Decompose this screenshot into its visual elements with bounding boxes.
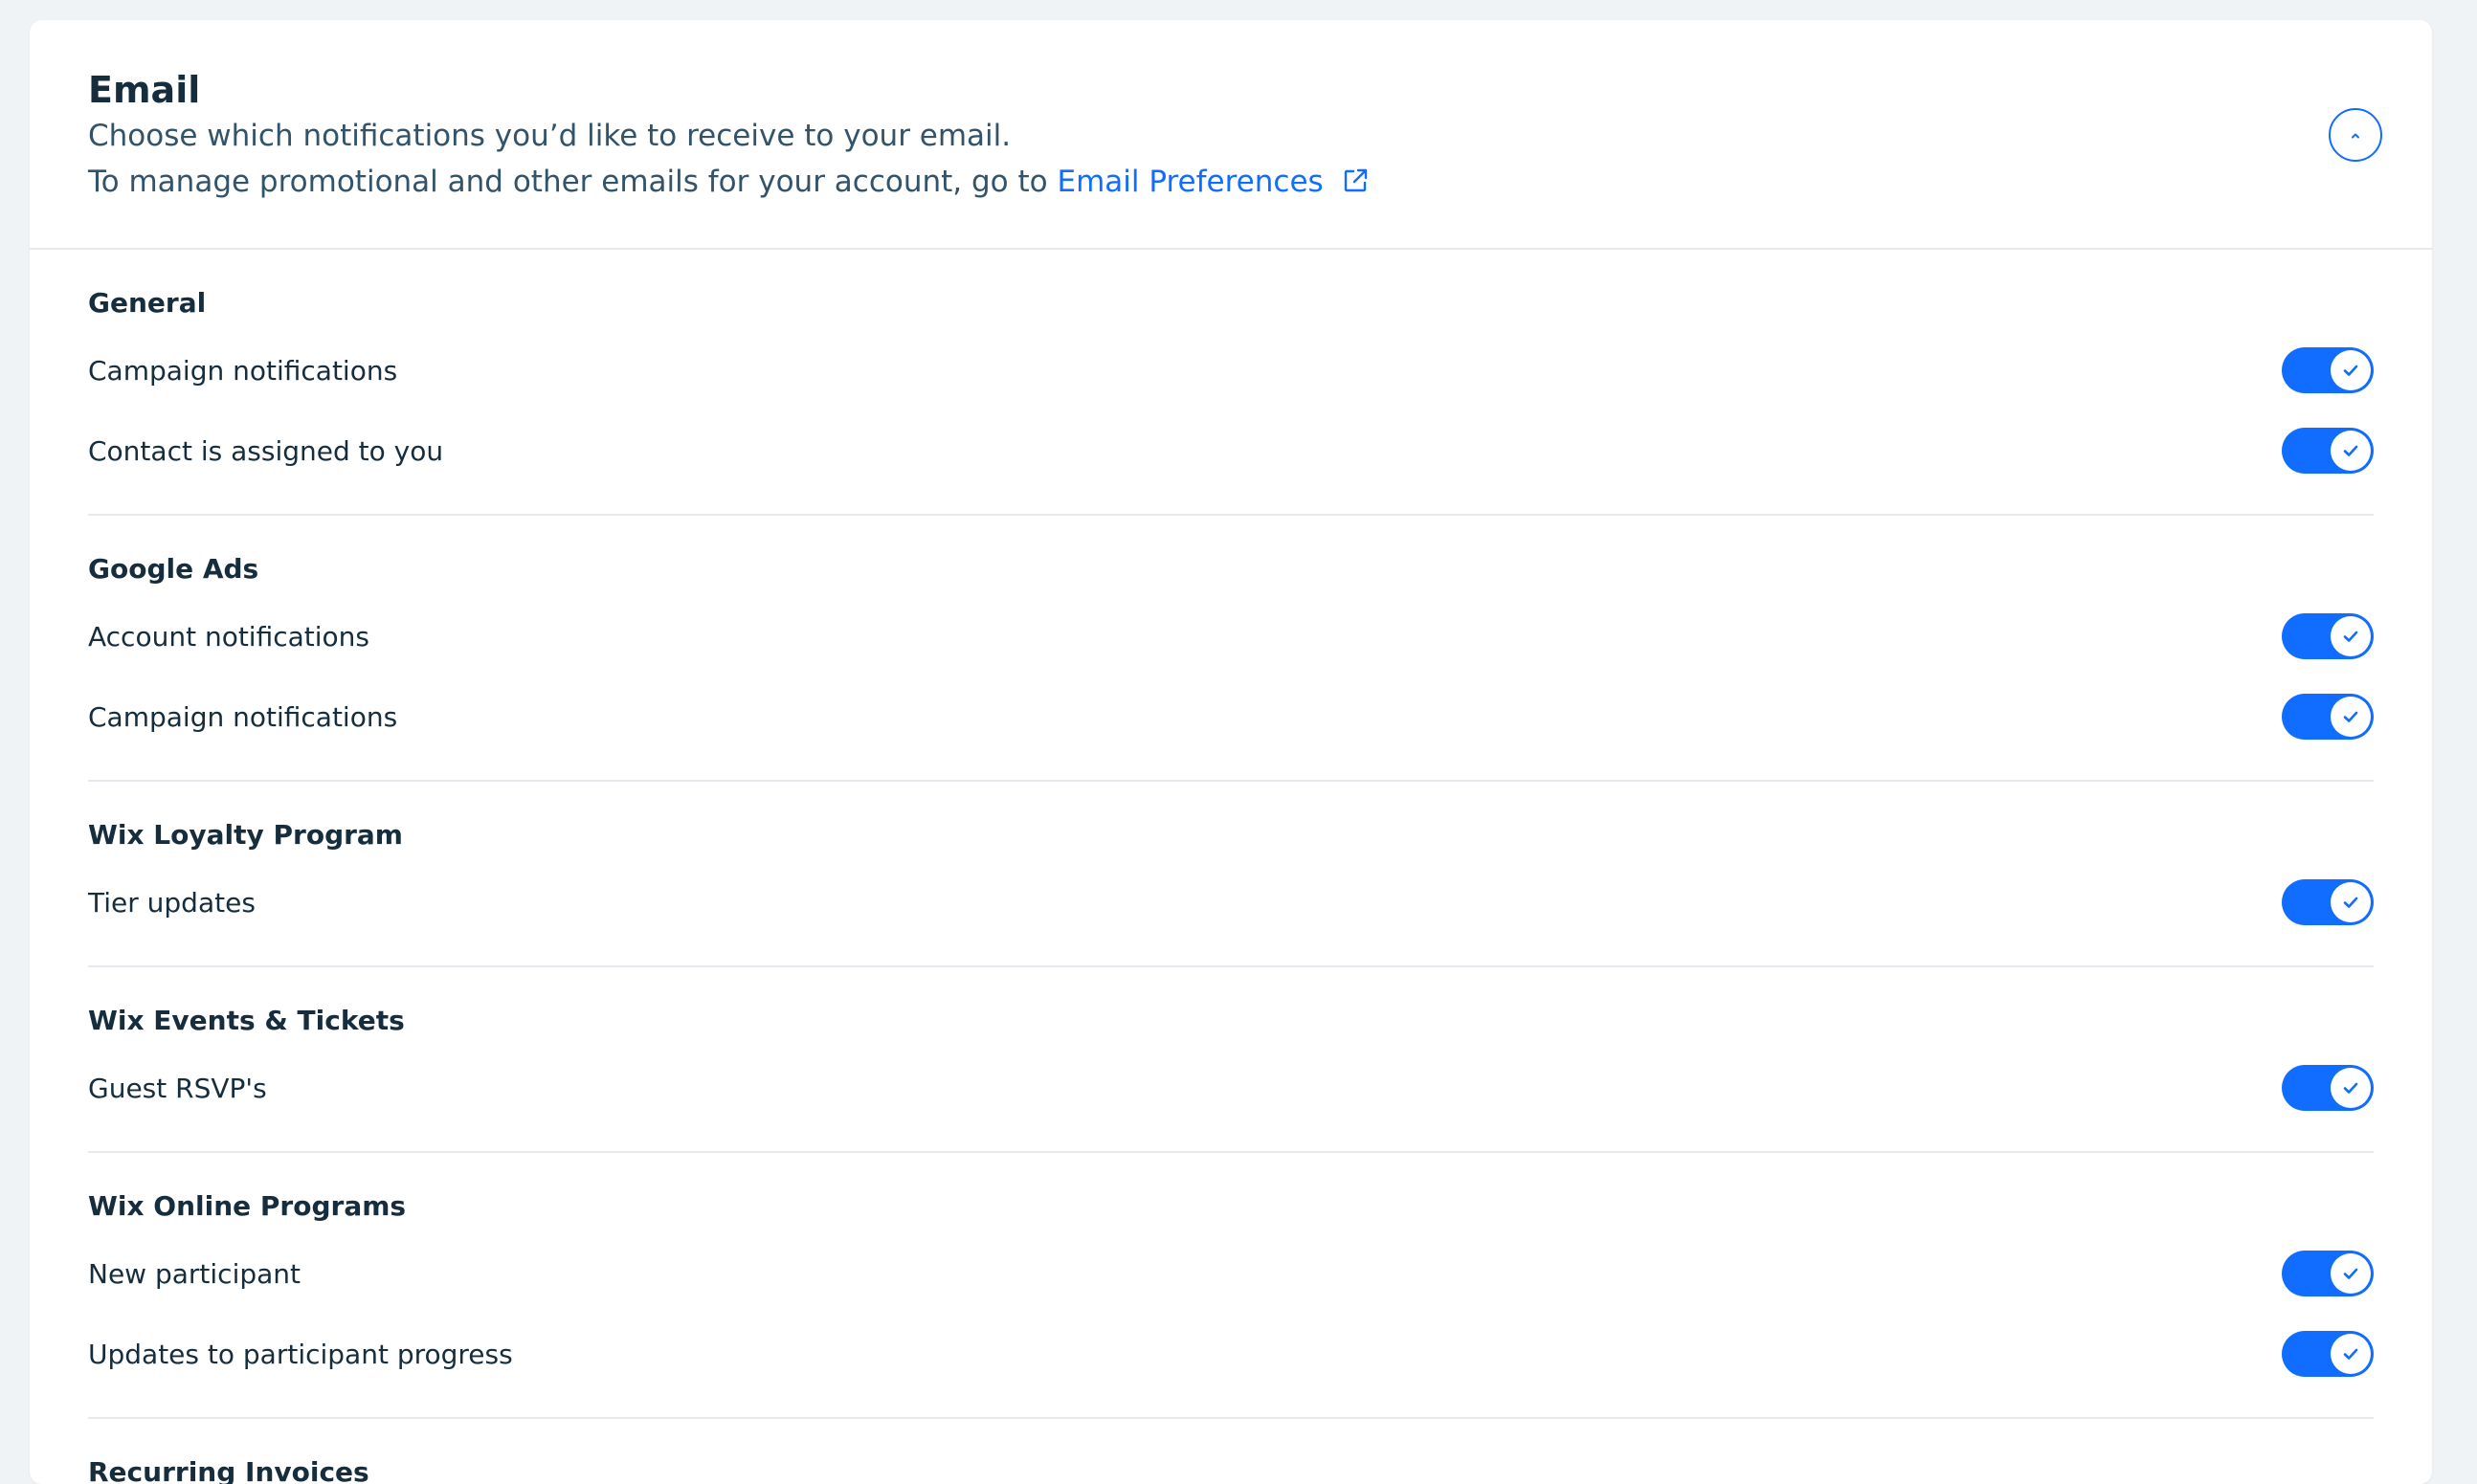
notification-row: Tier updates [88, 862, 2374, 942]
toggle-knob [2331, 1334, 2371, 1374]
checkmark-icon [2339, 439, 2362, 462]
notification-toggle[interactable] [2282, 347, 2374, 393]
notification-row: Guest RSVP's [88, 1048, 2374, 1128]
checkmark-icon [2339, 359, 2362, 382]
checkmark-icon [2339, 1342, 2362, 1365]
notification-label: Account notifications [88, 620, 369, 653]
notification-row: Updates to participant progress [88, 1314, 2374, 1394]
card-header: Email Choose which notifications you’d l… [30, 20, 2432, 250]
notification-row: Campaign notifications [88, 330, 2374, 410]
checkmark-icon [2339, 891, 2362, 914]
notification-toggle[interactable] [2282, 428, 2374, 474]
external-link-icon[interactable] [1341, 163, 1370, 192]
toggle-knob [2331, 882, 2371, 922]
notification-row: Contact is assigned to you [88, 410, 2374, 491]
notification-label: Contact is assigned to you [88, 434, 444, 467]
sections-container: General Campaign notifications Contact is … [88, 250, 2374, 1419]
notification-label: New participant [88, 1257, 301, 1290]
notification-settings-list: General Campaign notifications Contact is … [30, 250, 2432, 1484]
notification-label: Campaign notifications [88, 354, 398, 387]
notification-section: Wix Events & Tickets Guest RSVP's [88, 967, 2374, 1153]
notification-toggle[interactable] [2282, 1251, 2374, 1296]
email-preferences-link[interactable]: Email Preferences [1057, 165, 1323, 199]
section-title-recurring-invoices: Recurring Invoices [88, 1456, 369, 1484]
notification-label: Guest RSVP's [88, 1072, 267, 1104]
notification-section: Wix Loyalty Program Tier updates [88, 782, 2374, 967]
notification-row: Campaign notifications [88, 676, 2374, 757]
toggle-knob [2331, 1253, 2371, 1294]
section-title: Wix Events & Tickets [88, 1005, 405, 1036]
header-description: Choose which notifications you’d like to… [88, 119, 1012, 153]
toggle-knob [2331, 431, 2371, 471]
notification-toggle[interactable] [2282, 613, 2374, 659]
manage-prefix: To manage promotional and other emails f… [88, 165, 1058, 199]
manage-preferences-text: To manage promotional and other emails f… [88, 159, 2432, 205]
section-title: Wix Loyalty Program [88, 819, 403, 851]
checkmark-icon [2339, 625, 2362, 648]
checkmark-icon [2339, 705, 2362, 728]
notification-row: New participant [88, 1233, 2374, 1314]
notification-section: Google Ads Account notifications Campaign … [88, 516, 2374, 782]
toggle-knob [2331, 1068, 2371, 1108]
email-notifications-card: Email Choose which notifications you’d l… [30, 20, 2432, 1484]
section-title: General [88, 287, 207, 319]
page-title: Email [88, 69, 201, 111]
notification-label: Tier updates [88, 886, 256, 919]
section-title: Google Ads [88, 553, 259, 585]
toggle-knob [2331, 350, 2371, 390]
notification-label: Updates to participant progress [88, 1338, 513, 1370]
notification-toggle[interactable] [2282, 1331, 2374, 1377]
notification-toggle[interactable] [2282, 879, 2374, 925]
section-title: Wix Online Programs [88, 1190, 407, 1222]
checkmark-icon [2339, 1262, 2362, 1285]
toggle-knob [2331, 616, 2371, 656]
collapse-button[interactable] [2329, 108, 2382, 162]
notification-toggle[interactable] [2282, 694, 2374, 740]
notification-section: General Campaign notifications Contact is … [88, 250, 2374, 516]
notification-label: Campaign notifications [88, 700, 398, 733]
notification-toggle[interactable] [2282, 1065, 2374, 1111]
notification-section: Wix Online Programs New participant Update… [88, 1153, 2374, 1419]
toggle-knob [2331, 697, 2371, 737]
checkmark-icon [2339, 1076, 2362, 1099]
chevron-up-icon [2348, 126, 2363, 144]
notification-row: Account notifications [88, 596, 2374, 676]
